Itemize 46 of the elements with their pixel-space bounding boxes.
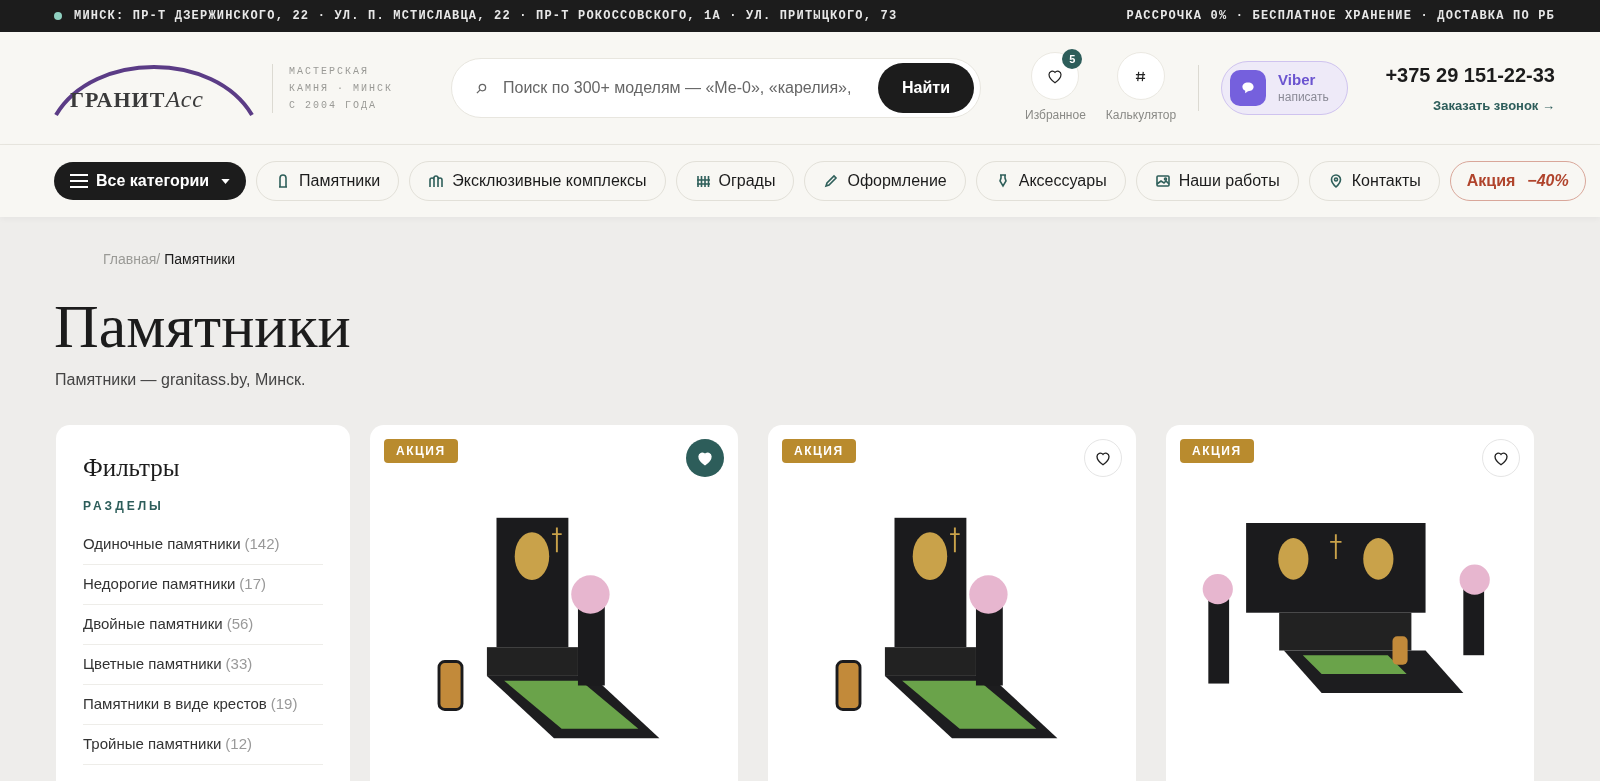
callback-link[interactable]: Заказать звонок → — [1433, 96, 1555, 116]
page-subtitle: Памятники — granitass.by, Минск. — [55, 370, 307, 391]
logo[interactable]: ГРАНИТАсс — [54, 53, 254, 123]
filter-item[interactable]: Тройные памятники (12) — [83, 724, 323, 765]
fence-icon — [694, 173, 711, 189]
phone-number[interactable]: +375 29 151-22-33 — [1385, 60, 1555, 91]
favorite-button[interactable] — [1482, 439, 1520, 478]
pencil-icon — [823, 173, 840, 189]
calculator-label: Калькулятор — [1105, 107, 1177, 124]
search-field[interactable]: Поиск по 300+ моделям — «Ме-0», «карелия», Найти — [451, 58, 981, 118]
filter-item[interactable]: Одиночные памятники (142) — [83, 524, 323, 565]
filter-item[interactable]: Цветные памятники (33) — [83, 644, 323, 685]
tagline-text: С 2004 ГОДА — [289, 98, 378, 113]
sale-badge: АКЦИЯ — [1180, 439, 1254, 464]
viber-button[interactable]: Viber написать — [1221, 61, 1348, 115]
tagline-text: МАСТЕРСКАЯ — [289, 64, 370, 79]
favorite-button[interactable] — [686, 439, 724, 478]
breadcrumb-current: Памятники — [164, 250, 236, 269]
favorites-button[interactable]: 5 — [1031, 52, 1080, 100]
favorites-label: Избранное — [1025, 107, 1086, 124]
search-icon — [476, 82, 487, 94]
favorites-count-badge: 5 — [1062, 49, 1083, 69]
headstones-icon — [428, 173, 445, 189]
tagline-text: КАМНЯ · МИНСК — [289, 81, 393, 96]
filter-item[interactable]: Двойные памятники (56) — [83, 604, 323, 645]
page-title: Памятники — [54, 292, 352, 361]
filters-title: Фильтры — [83, 453, 181, 484]
hash-icon — [1135, 70, 1147, 82]
viber-icon — [1230, 70, 1267, 106]
heart-icon — [1046, 67, 1065, 85]
image-icon — [1154, 173, 1171, 189]
heart-icon — [1492, 449, 1510, 468]
section-heading: РАЗДЕЛЫ — [83, 497, 165, 515]
heart-icon — [1094, 449, 1112, 468]
filter-item[interactable]: Памятники в виде крестов (19) — [83, 684, 323, 725]
perks-text: РАССРОЧКА 0% · БЕСПЛАТНОЕ ХРАНЕНИЕ · ДОСТАВКА ПО РБ — [1126, 8, 1555, 25]
heart-icon — [696, 449, 714, 468]
filter-item[interactable]: Недорогие памятники (17) — [83, 564, 323, 605]
favorite-button[interactable] — [1084, 439, 1122, 478]
sale-badge: АКЦИЯ — [782, 439, 856, 464]
all-categories-button[interactable]: Все категории — [54, 162, 247, 200]
addresses-text: МИНСК: ПР-Т ДЗЕРЖИНСКОГО, 22 · УЛ. П. МСТИСЛАВЦА, 22 · ПР-Т РОКОССОВСКОГО, 1А · УЛ. ПРИТЫЦКОГО, 73 — [74, 8, 898, 25]
caret-icon — [221, 178, 231, 184]
menu-icon — [70, 174, 88, 188]
search-button[interactable]: Найти — [878, 63, 974, 113]
sale-badge: АКЦИЯ — [384, 439, 458, 464]
